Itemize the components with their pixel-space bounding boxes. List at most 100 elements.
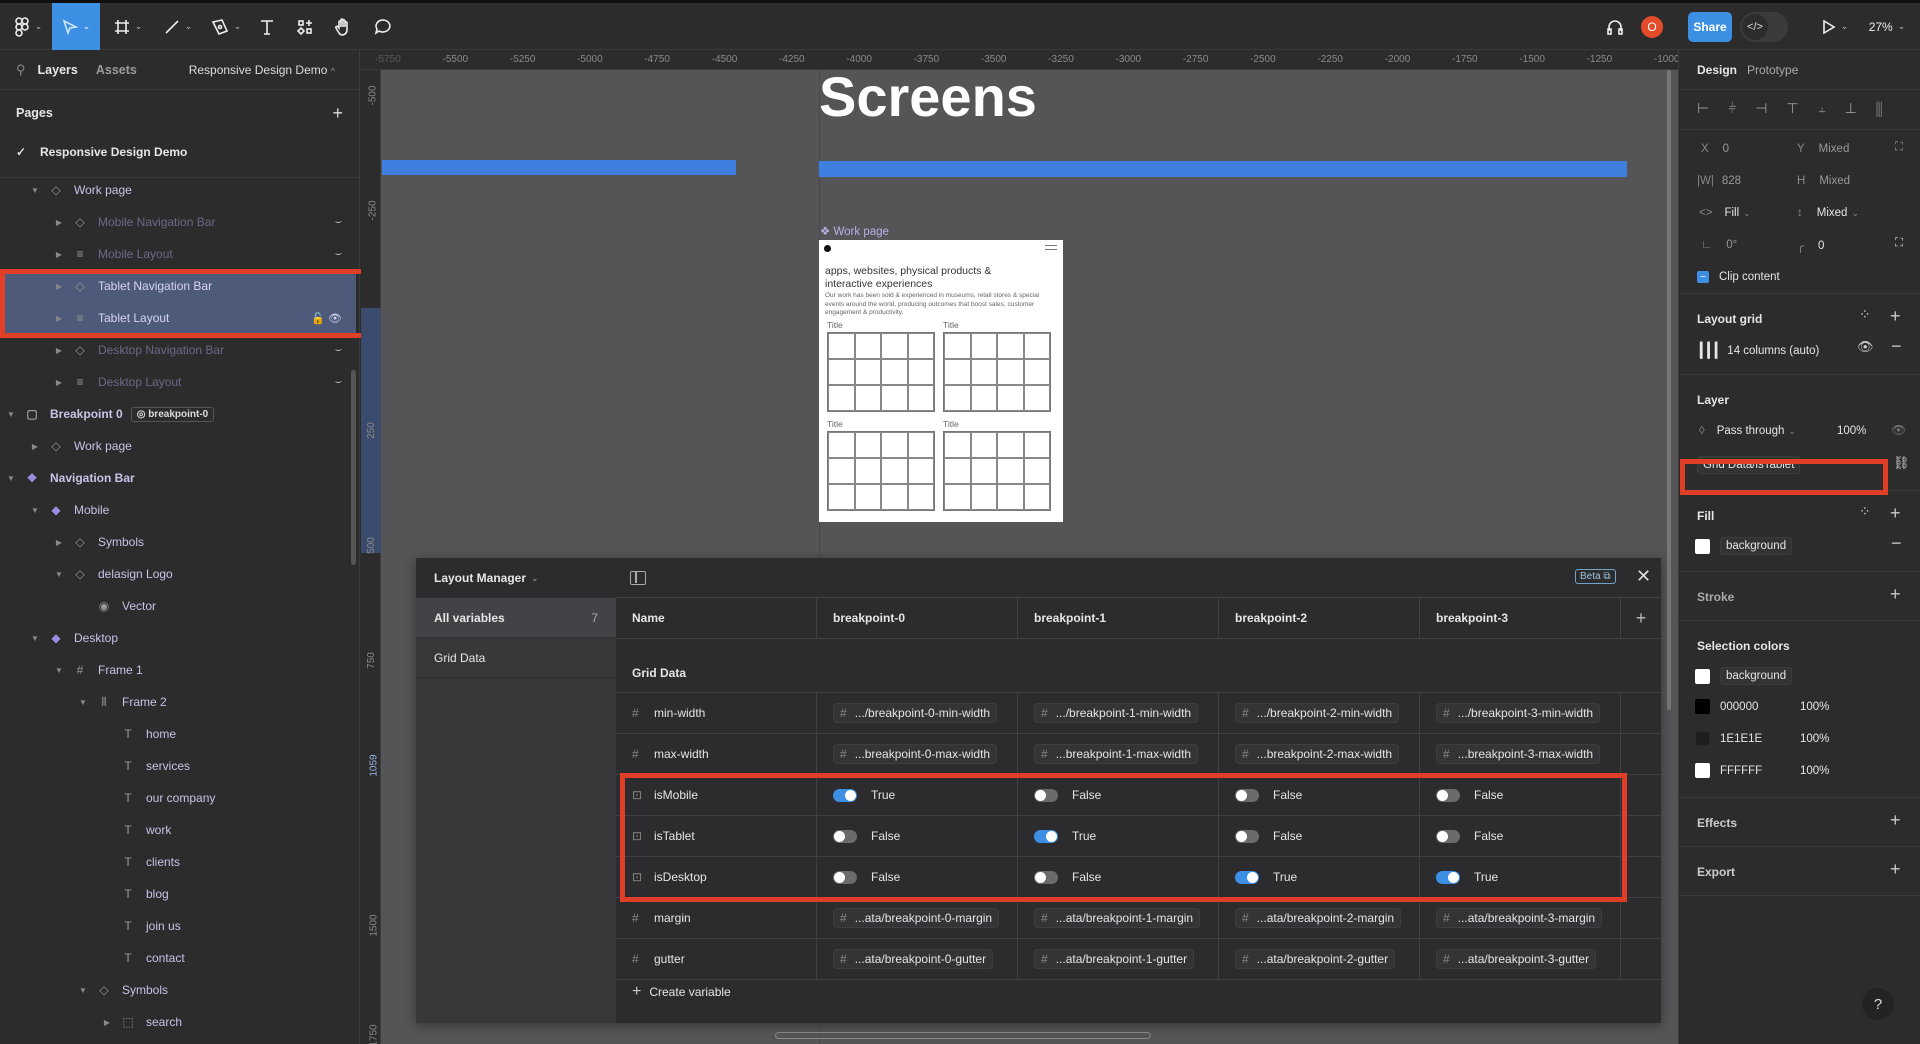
layer-row[interactable]: Tjoin us xyxy=(0,910,356,942)
variable-value-cell[interactable]: False xyxy=(1218,775,1419,816)
main-menu-button[interactable]: ⌄ xyxy=(8,3,48,50)
caret-down-icon[interactable]: ▼ xyxy=(30,506,40,515)
layer-row[interactable]: Tour company xyxy=(0,782,356,814)
boolean-toggle[interactable] xyxy=(1436,870,1460,884)
variable-value-cell[interactable]: # .../breakpoint-3-min-width xyxy=(1419,693,1620,734)
variable-value-cell[interactable]: # .../breakpoint-1-min-width xyxy=(1017,693,1218,734)
variable-value-cell[interactable]: True xyxy=(1218,857,1419,898)
variable-alias-pill[interactable]: # .../breakpoint-1-min-width xyxy=(1034,703,1199,723)
sidebar-toggle-icon[interactable] xyxy=(630,570,646,585)
layer-row[interactable]: ▼ ⫴ Frame 2 xyxy=(0,686,356,718)
search-icon[interactable]: ⚲ xyxy=(16,62,26,78)
column-header-mode[interactable]: breakpoint-3 xyxy=(1419,598,1620,639)
layer-row[interactable]: ▼ ▢ Breakpoint 0 ◎ breakpoint-0 xyxy=(0,398,356,430)
variable-alias-pill[interactable]: # ...ata/breakpoint-1-margin xyxy=(1034,908,1201,928)
remove-fill-icon[interactable]: − xyxy=(1891,533,1902,554)
variable-alias-pill[interactable]: # ...ata/breakpoint-0-gutter xyxy=(833,949,994,969)
variable-alias-pill[interactable]: # .../breakpoint-0-min-width xyxy=(833,703,998,723)
variable-value-cell[interactable]: # ...ata/breakpoint-3-margin xyxy=(1419,898,1620,939)
layer-row[interactable]: ◉ Vector xyxy=(0,590,356,622)
caret-right-icon[interactable]: ▶ xyxy=(30,442,40,451)
help-button[interactable]: ? xyxy=(1862,988,1894,1020)
hidden-eye-icon[interactable]: ⌣ xyxy=(335,248,342,261)
caret-down-icon[interactable]: ▼ xyxy=(6,474,16,483)
layer-row[interactable]: Twork xyxy=(0,814,356,846)
collection-item[interactable]: All variables 7 xyxy=(416,598,616,638)
fill-swatch[interactable] xyxy=(1695,538,1710,554)
visibility-variable-pill[interactable]: Grid Data/isTablet xyxy=(1697,455,1801,474)
selection-color-row[interactable]: FFFFFF 100% xyxy=(1695,763,1829,778)
variable-value-cell[interactable]: # ...breakpoint-3-max-width xyxy=(1419,734,1620,775)
color-opacity[interactable]: 100% xyxy=(1800,765,1829,777)
variable-name-cell[interactable]: # max-width xyxy=(616,734,816,775)
add-mode-icon[interactable]: + xyxy=(1620,598,1661,639)
collection-item[interactable]: Grid Data xyxy=(416,638,616,678)
detach-variable-icon[interactable]: ⛓ xyxy=(1893,455,1910,471)
text-tool-button[interactable] xyxy=(252,3,282,50)
color-swatch[interactable] xyxy=(1695,763,1710,778)
variable-value-cell[interactable]: False xyxy=(1419,775,1620,816)
layer-row[interactable]: ▶ ≡ Desktop Layout ⌣ xyxy=(0,366,356,398)
layer-opacity-input[interactable]: 100% xyxy=(1837,425,1866,437)
comment-tool-button[interactable] xyxy=(368,3,398,50)
color-opacity[interactable]: 100% xyxy=(1800,701,1829,713)
horizontal-sizing-dropdown[interactable]: Fill xyxy=(1724,207,1739,219)
caret-down-icon[interactable]: ▼ xyxy=(6,410,16,419)
resources-button[interactable] xyxy=(290,3,320,50)
frame-tool-button[interactable]: ⌄ xyxy=(108,3,148,50)
layer-row[interactable]: ▼ ◆ Desktop xyxy=(0,622,356,654)
boolean-toggle[interactable] xyxy=(1235,829,1259,843)
present-button[interactable]: ⌄ xyxy=(1818,3,1852,50)
caret-right-icon[interactable]: ▶ xyxy=(54,282,64,291)
boolean-toggle[interactable] xyxy=(1034,788,1058,802)
variable-alias-pill[interactable]: # ...breakpoint-0-max-width xyxy=(833,744,998,764)
variable-alias-pill[interactable]: # ...ata/breakpoint-3-gutter xyxy=(1436,949,1597,969)
variable-value-cell[interactable]: # ...breakpoint-0-max-width xyxy=(816,734,1017,775)
layer-row[interactable]: Thome xyxy=(0,718,356,750)
layout-grid-value[interactable]: 14 columns (auto) xyxy=(1727,345,1819,357)
layer-row[interactable]: ▶ ◇ Work page xyxy=(0,430,356,462)
audio-button[interactable] xyxy=(1600,3,1630,50)
variable-value-cell[interactable]: # ...ata/breakpoint-1-gutter xyxy=(1017,939,1218,980)
align-icons[interactable]: ⊢⫩⊣⊤⫠⊥⫼ xyxy=(1697,100,1901,117)
column-header-mode[interactable]: breakpoint-2 xyxy=(1218,598,1419,639)
mode-badge[interactable]: ◎ breakpoint-0 xyxy=(130,406,215,422)
variable-alias-pill[interactable]: # ...ata/breakpoint-2-gutter xyxy=(1235,949,1396,969)
variable-value-cell[interactable]: True xyxy=(816,775,1017,816)
remove-layout-grid-icon[interactable]: − xyxy=(1891,336,1902,357)
frame-label[interactable]: ❖ Work page xyxy=(820,224,889,238)
variable-value-cell[interactable]: False xyxy=(816,816,1017,857)
color-swatch[interactable] xyxy=(1695,699,1710,714)
boolean-toggle[interactable] xyxy=(1034,829,1058,843)
caret-right-icon[interactable]: ▶ xyxy=(54,250,64,259)
constraints-icon[interactable]: ⛶ xyxy=(1895,141,1903,154)
add-export-icon[interactable]: + xyxy=(1890,859,1901,880)
color-opacity[interactable]: 100% xyxy=(1800,733,1829,745)
layer-row[interactable]: Tservices xyxy=(0,750,356,782)
create-variable-button[interactable]: + Create variable xyxy=(632,983,731,1001)
variable-name-cell[interactable]: # gutter xyxy=(616,939,816,980)
page-item[interactable]: ✓ Responsive Design Demo xyxy=(0,136,359,178)
caret-down-icon[interactable]: ▼ xyxy=(78,698,88,707)
variable-value-cell[interactable]: True xyxy=(1017,816,1218,857)
caret-right-icon[interactable]: ▶ xyxy=(54,218,64,227)
variable-value-cell[interactable]: # ...breakpoint-1-max-width xyxy=(1017,734,1218,775)
variable-value-cell[interactable]: False xyxy=(816,857,1017,898)
caret-down-icon[interactable]: ▼ xyxy=(30,186,40,195)
corner-radius-input[interactable]: 0 xyxy=(1818,240,1824,252)
layer-row[interactable]: ▼ ◇ delasign Logo xyxy=(0,558,356,590)
layer-row[interactable]: ▶ ◇ Tablet Navigation Bar xyxy=(0,270,356,302)
variable-value-cell[interactable]: # .../breakpoint-2-min-width xyxy=(1218,693,1419,734)
layer-row[interactable]: Tblog xyxy=(0,878,356,910)
variable-alias-pill[interactable]: # ...ata/breakpoint-1-gutter xyxy=(1034,949,1195,969)
dev-mode-toggle[interactable]: </> xyxy=(1740,12,1788,42)
boolean-toggle[interactable] xyxy=(1034,870,1058,884)
variable-name-cell[interactable]: ⊡ isDesktop xyxy=(616,857,816,898)
close-icon[interactable]: ✕ xyxy=(1636,566,1651,587)
y-input[interactable]: Mixed xyxy=(1819,143,1850,155)
boolean-toggle[interactable] xyxy=(833,788,857,802)
variable-name-cell[interactable]: # margin xyxy=(616,898,816,939)
boolean-toggle[interactable] xyxy=(1235,870,1259,884)
variable-value-cell[interactable]: # ...breakpoint-2-max-width xyxy=(1218,734,1419,775)
layer-row[interactable]: ▶ ≡ Tablet Layout 🔓 👁 xyxy=(0,302,356,334)
